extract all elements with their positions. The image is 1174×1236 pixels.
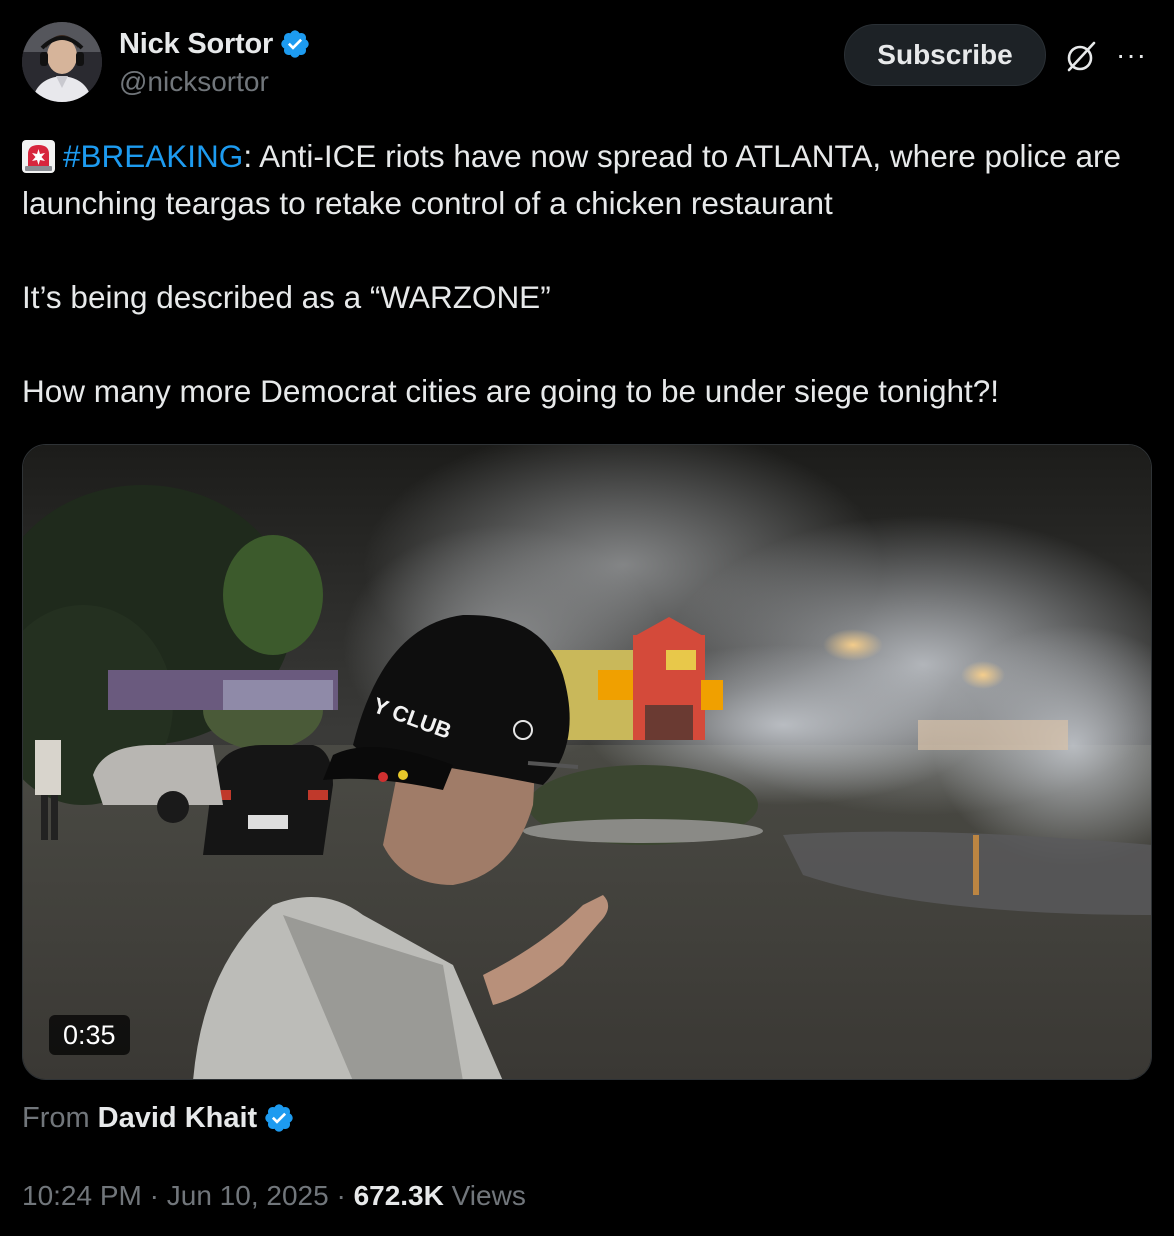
handle[interactable]: @nicksortor	[119, 66, 311, 98]
tweet-date[interactable]: Jun 10, 2025	[167, 1180, 329, 1212]
from-author-name[interactable]: David Khait	[98, 1102, 258, 1135]
verified-badge-icon	[281, 30, 309, 58]
display-name-row: Nick Sortor	[119, 26, 311, 62]
separator-dot: ·	[141, 1180, 167, 1211]
tweet-header: Nick Sortor @nicksortor Subscribe ···	[22, 22, 1152, 112]
more-options-icon[interactable]: ···	[1116, 40, 1156, 74]
from-label: From	[22, 1101, 90, 1134]
police-siren-emoji-icon	[22, 140, 55, 173]
subscribe-button[interactable]: Subscribe	[844, 24, 1046, 86]
hashtag-breaking[interactable]: #BREAKING	[63, 138, 243, 174]
avatar[interactable]	[22, 22, 102, 102]
display-name[interactable]: Nick Sortor	[119, 28, 273, 61]
grok-icon[interactable]	[1064, 40, 1098, 74]
author-block: Nick Sortor @nicksortor	[119, 26, 311, 98]
video-duration-badge: 0:35	[49, 1015, 130, 1055]
video-frame: Y CLUB	[23, 445, 1151, 1079]
video-player[interactable]: Y CLUB 0:35	[22, 444, 1152, 1080]
verified-badge-icon	[265, 1104, 293, 1132]
video-attribution: From David Khait	[22, 1098, 295, 1138]
tweet-paragraph-2: It’s being described as a “WARZONE”	[22, 279, 551, 315]
views-label: Views	[443, 1180, 526, 1211]
tweet-paragraph-3: How many more Democrat cities are going …	[22, 373, 1000, 409]
separator-dot: ·	[328, 1180, 354, 1211]
tweet-metadata: 10:24 PM · Jun 10, 2025 · 672.3K Views	[22, 1176, 526, 1216]
tweet-text: #BREAKING: Anti-ICE riots have now sprea…	[22, 133, 1152, 415]
views-count: 672.3K	[353, 1180, 444, 1211]
tweet-time[interactable]: 10:24 PM	[22, 1180, 142, 1212]
